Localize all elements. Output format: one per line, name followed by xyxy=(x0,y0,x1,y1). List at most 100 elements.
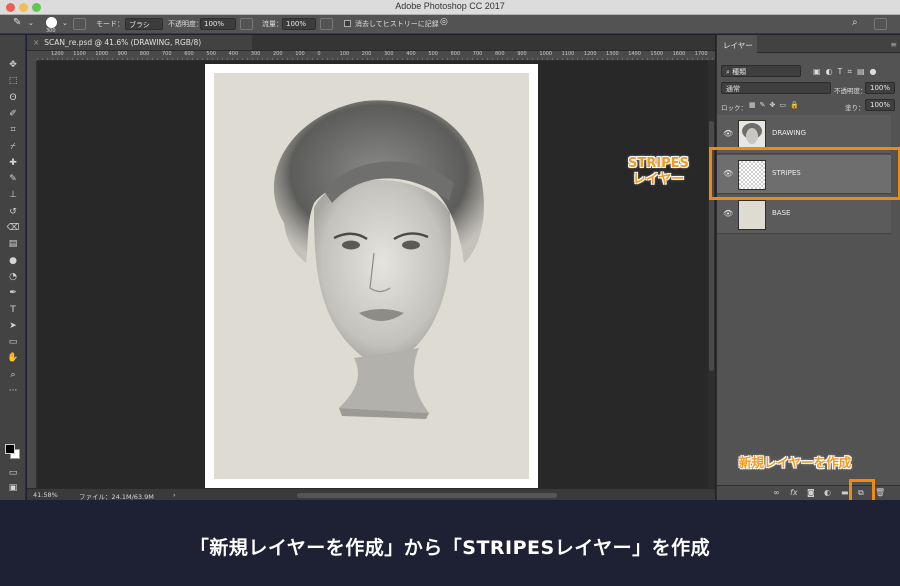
layer-filter-select[interactable]: ⌕ 種類 xyxy=(721,65,801,77)
status-menu-chevron-icon[interactable]: › xyxy=(173,491,176,499)
ruler-origin[interactable] xyxy=(27,51,37,61)
stripes-callout-line2: レイヤー xyxy=(632,172,685,187)
brush-picker-chevron-icon[interactable]: ⌄ xyxy=(62,19,68,27)
new-group-icon[interactable]: ▬ xyxy=(841,488,849,497)
add-mask-icon[interactable]: ◙ xyxy=(807,488,815,497)
marquee-icon[interactable]: ⬚ xyxy=(6,75,20,87)
pen-icon[interactable]: ✒ xyxy=(6,287,20,299)
quick-select-icon[interactable]: ✐ xyxy=(6,108,20,120)
options-bar: ✎ ⌄ 300 ⌄ モード： ブラシ 不透明度： 100% 流量： 100% 消… xyxy=(0,15,900,34)
brush-preview-icon[interactable] xyxy=(46,17,57,28)
blur-icon[interactable]: ● xyxy=(6,255,20,267)
filter-pixel-icon[interactable]: ▣ xyxy=(813,67,826,76)
shape-icon[interactable]: ▭ xyxy=(6,336,20,348)
move-icon[interactable]: ✥ xyxy=(6,59,20,71)
more-icon[interactable]: ··· xyxy=(6,385,20,397)
document-tab[interactable]: × SCAN_re.psd @ 41.6% (DRAWING, RGB/8) xyxy=(27,35,252,51)
eraser-tool-icon[interactable]: ✎ xyxy=(13,17,21,28)
lock-label: ロック： xyxy=(721,104,747,112)
filter-shape-icon[interactable]: ⌗ xyxy=(847,67,857,76)
opacity-label: 不透明度： xyxy=(168,20,203,28)
flow-input[interactable]: 100% xyxy=(282,18,316,30)
layer-name: DRAWING xyxy=(772,129,807,137)
layer-opacity-input[interactable]: 100% xyxy=(865,82,895,94)
tool-preset-chevron-icon[interactable]: ⌄ xyxy=(28,19,34,27)
opacity-pressure-icon[interactable] xyxy=(240,18,253,30)
portrait-thumbnail-icon xyxy=(742,123,762,144)
zoom-icon[interactable]: ⌕ xyxy=(6,369,20,381)
type-icon[interactable]: T xyxy=(6,304,20,316)
new-layer-callout: 新規レイヤーを作成 xyxy=(739,455,852,470)
fill-label: 塗り： xyxy=(845,104,865,112)
ruler-tick-label: 1100 xyxy=(561,51,575,57)
ruler-tick-label: 1300 xyxy=(606,51,619,57)
mode-label: モード： xyxy=(96,20,124,28)
hand-icon[interactable]: ✋ xyxy=(6,352,20,364)
portrait-drawing xyxy=(273,100,484,419)
flow-label: 流量： xyxy=(262,20,283,28)
foreground-color-swatch[interactable] xyxy=(5,444,15,454)
layer-style-icon[interactable]: fx xyxy=(790,488,798,497)
visibility-eye-icon[interactable]: 👁 xyxy=(723,209,733,218)
ruler-tick-label: 1000 xyxy=(95,51,109,57)
brush-panel-toggle-icon[interactable] xyxy=(73,18,86,30)
ruler-tick-label: 1200 xyxy=(583,51,597,57)
ruler-tick-label: 400 xyxy=(406,51,416,57)
window-titlebar: Adobe Photoshop CC 2017 xyxy=(0,0,900,15)
tab-layers[interactable]: レイヤー xyxy=(717,35,757,53)
ruler-tick-label: 200 xyxy=(361,51,372,57)
lasso-icon[interactable]: ʘ xyxy=(6,92,20,104)
zoom-level[interactable]: 41.58% xyxy=(33,491,58,499)
mode-select[interactable]: ブラシ xyxy=(125,18,163,30)
crop-icon[interactable]: ⌗ xyxy=(6,124,20,136)
ruler-tick-label: 1400 xyxy=(628,51,641,57)
quick-mask-icon[interactable]: ▭ xyxy=(6,467,20,479)
filter-adjust-icon[interactable]: ◐ xyxy=(826,67,838,76)
eyedropper-icon[interactable]: ⌿ xyxy=(6,141,20,153)
vertical-scrollbar[interactable] xyxy=(708,61,715,488)
blend-mode-select[interactable]: 通常 xyxy=(721,82,831,94)
healing-icon[interactable]: ✚ xyxy=(6,157,20,169)
ruler-tick-label: 700 xyxy=(162,51,172,57)
filter-smart-icon[interactable]: ▤ xyxy=(857,67,870,76)
search-icon[interactable]: ⌕ xyxy=(852,17,858,28)
close-tab-icon[interactable]: × xyxy=(33,38,39,47)
ruler-tick-label: 500 xyxy=(428,51,438,57)
adjustment-layer-icon[interactable]: ◐ xyxy=(824,488,831,497)
ruler-tick-label: 1500 xyxy=(650,51,664,57)
stamp-icon[interactable]: ⊥ xyxy=(6,189,20,201)
horizontal-ruler[interactable]: 1200 1100 1000 900 800 700 600 500 400 300 200 100 0… xyxy=(37,51,715,61)
path-select-icon[interactable]: ➤ xyxy=(6,320,20,332)
filter-type-icon[interactable]: T xyxy=(838,67,848,76)
visibility-eye-icon[interactable]: 👁 xyxy=(723,129,733,138)
filter-toggle-icon[interactable]: ● xyxy=(870,67,882,76)
layer-thumbnail xyxy=(738,200,766,230)
history-brush-icon[interactable]: ↺ xyxy=(6,206,20,218)
filter-kind-label: 種類 xyxy=(732,68,747,76)
panel-menu-icon[interactable]: ≡ xyxy=(890,40,897,49)
delete-layer-icon[interactable]: 🗑 xyxy=(875,488,885,497)
gradient-icon[interactable]: ▤ xyxy=(6,238,20,250)
pressure-size-icon[interactable]: ◎ xyxy=(440,17,448,27)
airbrush-icon[interactable] xyxy=(320,18,333,30)
document-canvas[interactable] xyxy=(205,64,538,490)
layer-row-base[interactable]: 👁 BASE xyxy=(717,195,891,234)
ruler-tick-label: 900 xyxy=(117,51,128,57)
lock-icons[interactable]: ▦✎✥▭🔒 xyxy=(749,101,803,109)
erase-to-history-checkbox[interactable] xyxy=(344,20,351,27)
brush-icon[interactable]: ✎ xyxy=(6,173,20,185)
workspace-icon[interactable] xyxy=(874,18,887,30)
vertical-ruler[interactable] xyxy=(27,61,37,488)
link-layers-icon[interactable]: ∞ xyxy=(773,488,780,497)
eraser-icon[interactable]: ⌫ xyxy=(6,222,20,234)
layer-thumbnail xyxy=(738,120,766,150)
ruler-tick-label: 400 xyxy=(228,51,239,57)
brush-size: 300 xyxy=(46,28,56,34)
ruler-tick-label: 600 xyxy=(184,51,194,57)
opacity-input[interactable]: 100% xyxy=(200,18,236,30)
ruler-tick-label: 300 xyxy=(384,51,394,57)
dodge-icon[interactable]: ◔ xyxy=(6,271,20,283)
horizontal-scroll-thumb[interactable] xyxy=(297,493,557,498)
screen-mode-icon[interactable]: ▣ xyxy=(6,482,20,494)
fill-input[interactable]: 100% xyxy=(865,99,895,111)
